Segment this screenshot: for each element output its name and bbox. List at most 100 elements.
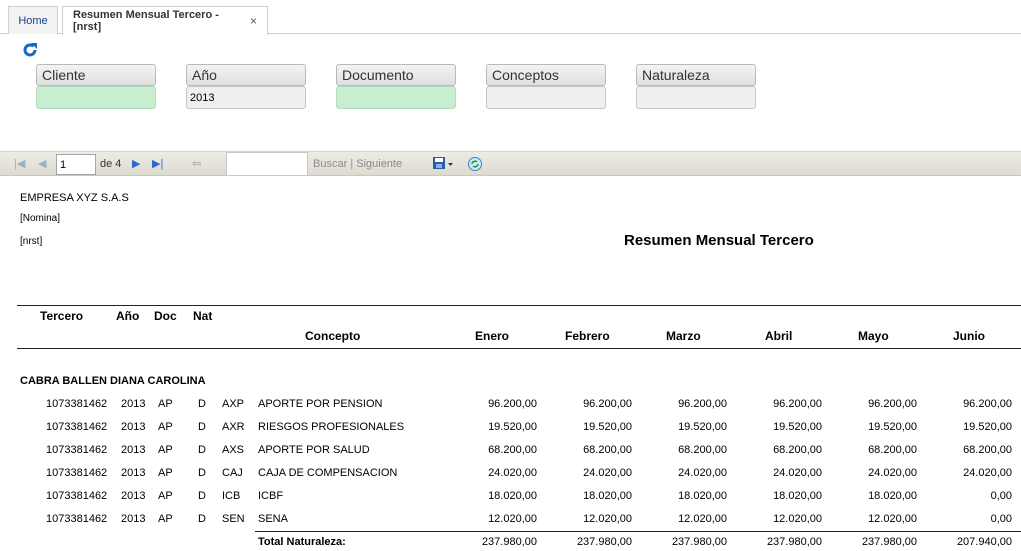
next-page-icon[interactable]: ▶ [132, 157, 140, 170]
total-mayo: 237.980,00 [861, 536, 917, 548]
cell-doc: AP [158, 513, 173, 525]
report-group: [Nomina] [20, 213, 61, 224]
col-nat: Nat [193, 309, 213, 323]
cell-abril: 12.020,00 [773, 513, 822, 525]
col-enero: Enero [475, 329, 510, 343]
cell-abril: 19.520,00 [773, 421, 822, 433]
cell-nat: D [198, 398, 206, 410]
cell-mayo: 96.200,00 [868, 398, 917, 410]
col-concepto: Concepto [305, 329, 361, 343]
cell-anio: 2013 [121, 490, 146, 502]
filter-documento: Documento [336, 64, 456, 109]
cell-marzo: 12.020,00 [678, 513, 727, 525]
cell-junio: 0,00 [990, 490, 1012, 502]
cell-mayo: 68.200,00 [868, 444, 917, 456]
search-input[interactable] [226, 152, 308, 176]
cell-marzo: 68.200,00 [678, 444, 727, 456]
cell-nat: D [198, 444, 206, 456]
cell-abril: 18.020,00 [773, 490, 822, 502]
cell-concepto: SENA [258, 513, 288, 525]
cell-mayo: 18.020,00 [868, 490, 917, 502]
cell-abril: 68.200,00 [773, 444, 822, 456]
cell-enero: 12.020,00 [488, 513, 537, 525]
col-tercero: Tercero [40, 309, 84, 323]
col-junio: Junio [953, 329, 985, 343]
person-name: CABRA BALLEN DIANA CAROLINA [20, 375, 206, 387]
cell-febrero: 24.020,00 [583, 467, 632, 479]
refresh-report-icon[interactable] [467, 156, 483, 172]
filter-documento-label: Documento [336, 64, 456, 86]
cell-mayo: 12.020,00 [868, 513, 917, 525]
cliente-field[interactable] [36, 86, 156, 109]
cell-nat: D [198, 467, 206, 479]
cell-enero: 96.200,00 [488, 398, 537, 410]
cell-junio: 96.200,00 [963, 398, 1012, 410]
last-page-icon[interactable]: ▶| [152, 157, 163, 170]
cell-tercero: 1073381462 [46, 444, 108, 456]
cell-enero: 18.020,00 [488, 490, 537, 502]
total-febrero: 237.980,00 [576, 536, 632, 548]
filter-naturaleza: Naturaleza [636, 64, 756, 109]
cell-marzo: 96.200,00 [678, 398, 727, 410]
cell-febrero: 18.020,00 [583, 490, 632, 502]
total-junio: 207.940,00 [956, 536, 1012, 548]
cell-doc: AP [158, 444, 173, 456]
tab-report[interactable]: Resumen Mensual Tercero -[nrst] × [62, 6, 268, 35]
cell-febrero: 96.200,00 [583, 398, 632, 410]
prev-page-icon[interactable]: ◀ [38, 157, 46, 170]
cell-junio: 68.200,00 [963, 444, 1012, 456]
cell-mayo: 19.520,00 [868, 421, 917, 433]
save-icon[interactable] [432, 156, 454, 172]
tab-home-label: Home [18, 14, 48, 27]
cell-anio: 2013 [121, 513, 146, 525]
cell-cod: AXS [222, 444, 245, 456]
next-link[interactable]: Siguiente [356, 158, 402, 170]
close-icon[interactable]: × [250, 14, 257, 28]
cell-junio: 19.520,00 [963, 421, 1012, 433]
anio-field[interactable]: 2013 [186, 86, 306, 109]
cell-tercero: 1073381462 [46, 467, 108, 479]
cell-tercero: 1073381462 [46, 490, 108, 502]
cell-cod: CAJ [222, 467, 243, 479]
cell-doc: AP [158, 398, 173, 410]
cell-junio: 0,00 [990, 513, 1012, 525]
cell-marzo: 18.020,00 [678, 490, 727, 502]
total-abril: 237.980,00 [766, 536, 822, 548]
col-anio: Año [116, 309, 140, 323]
cell-nat: D [198, 513, 206, 525]
first-page-icon[interactable]: |◀ [14, 157, 25, 170]
tab-home[interactable]: Home [8, 6, 58, 34]
cell-febrero: 12.020,00 [583, 513, 632, 525]
cell-concepto: APORTE POR PENSION [258, 398, 383, 410]
report-code: [nrst] [20, 236, 43, 247]
search-link[interactable]: Buscar [313, 158, 347, 170]
report-title: Resumen Mensual Tercero [624, 232, 814, 249]
total-marzo: 237.980,00 [671, 536, 727, 548]
cell-concepto: CAJA DE COMPENSACION [258, 467, 398, 479]
cell-doc: AP [158, 467, 173, 479]
cell-febrero: 68.200,00 [583, 444, 632, 456]
cell-tercero: 1073381462 [46, 513, 108, 525]
page-count: de 4 [100, 158, 122, 170]
conceptos-field[interactable] [486, 86, 606, 109]
tab-strip: Home Resumen Mensual Tercero -[nrst] × [0, 0, 1021, 35]
report-toolbar: |◀ ◀ 1 de 4 ▶ ▶| ⇦ Buscar | Siguiente [0, 151, 1021, 176]
naturaleza-field[interactable] [636, 86, 756, 109]
documento-field[interactable] [336, 86, 456, 109]
filter-conceptos-label: Conceptos [486, 64, 606, 86]
cell-concepto: ICBF [258, 490, 284, 502]
cell-junio: 24.020,00 [963, 467, 1012, 479]
header-bottom-rule [17, 348, 1021, 349]
page-number-input[interactable]: 1 [56, 154, 96, 175]
filter-anio: Año 2013 [186, 64, 306, 109]
cell-concepto: RIESGOS PROFESIONALES [258, 421, 405, 433]
col-febrero: Febrero [565, 329, 610, 343]
refresh-icon[interactable] [22, 42, 38, 58]
filter-cliente: Cliente [36, 64, 156, 109]
cell-cod: ICB [222, 490, 241, 502]
filter-cliente-label: Cliente [36, 64, 156, 86]
cell-marzo: 19.520,00 [678, 421, 727, 433]
filter-conceptos: Conceptos [486, 64, 606, 109]
cell-doc: AP [158, 490, 173, 502]
back-icon[interactable]: ⇦ [192, 157, 201, 170]
